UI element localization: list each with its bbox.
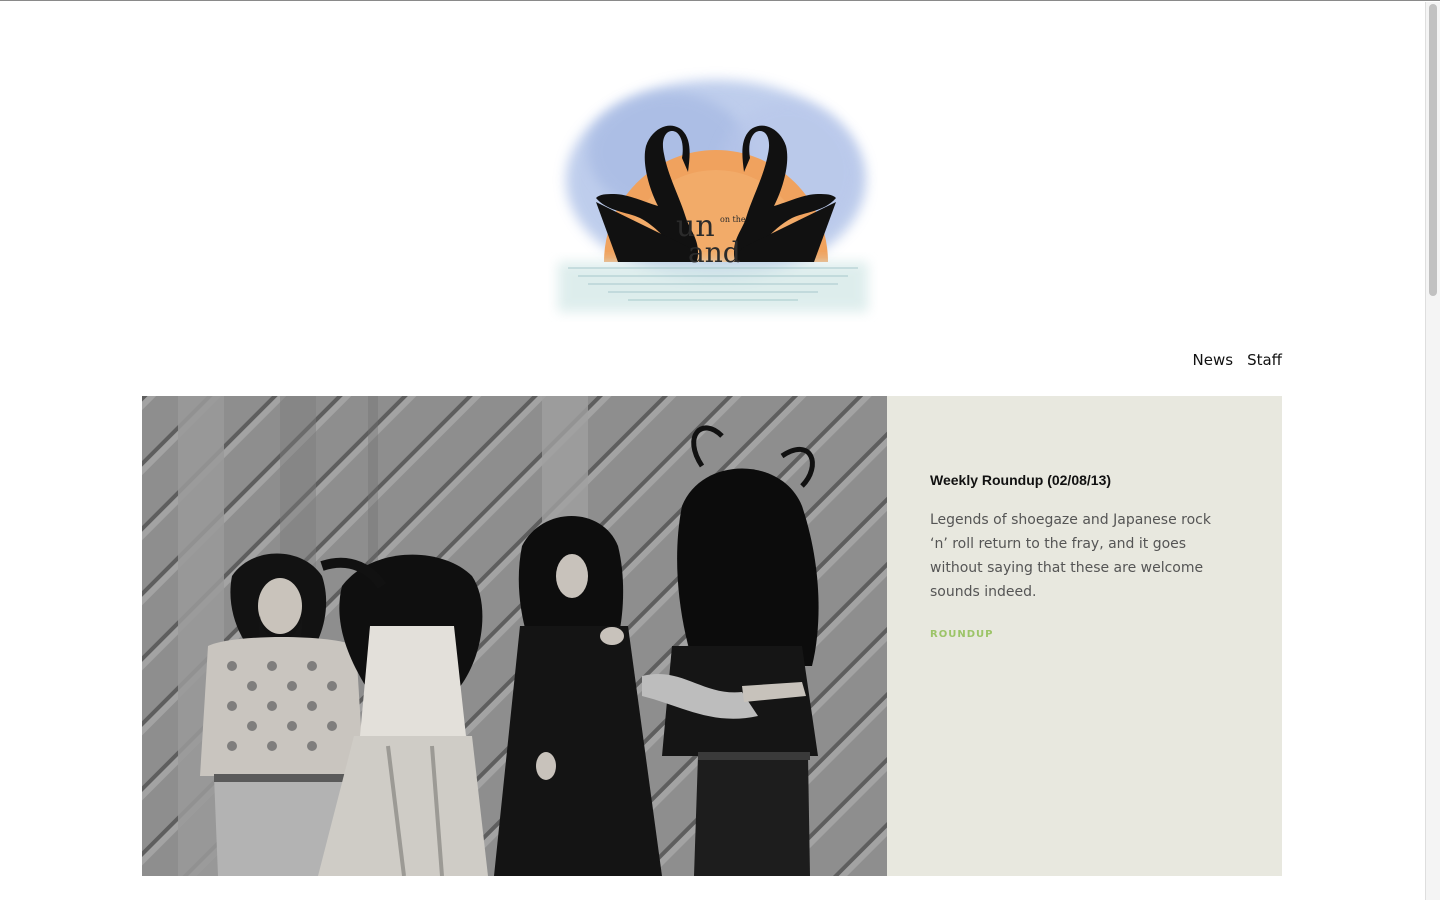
post-excerpt: Legends of shoegaze and Japanese rock ‘n… bbox=[930, 512, 1211, 600]
vertical-scrollbar[interactable] bbox=[1425, 2, 1440, 900]
main-nav: News Staff bbox=[1193, 350, 1282, 370]
featured-post-image[interactable] bbox=[142, 396, 887, 876]
window-top-border bbox=[0, 0, 1440, 1]
featured-post: Weekly Roundup (02/08/13) Legends of sho… bbox=[142, 396, 1282, 876]
sun-on-the-sand-logo-icon: un on the and bbox=[558, 80, 868, 312]
post-tag-link[interactable]: ROUNDUP bbox=[930, 629, 993, 640]
nav-item-staff[interactable]: Staff bbox=[1247, 350, 1282, 370]
featured-post-panel: Weekly Roundup (02/08/13) Legends of sho… bbox=[887, 396, 1282, 876]
nav-item-news[interactable]: News bbox=[1193, 350, 1234, 370]
post-title[interactable]: Weekly Roundup (02/08/13) bbox=[930, 470, 1239, 490]
band-photo-image bbox=[142, 396, 887, 876]
logo-text-small: on the bbox=[720, 215, 746, 224]
site-logo[interactable]: un on the and bbox=[548, 62, 878, 324]
logo-text-bottom: and bbox=[688, 236, 741, 269]
scrollbar-thumb[interactable] bbox=[1429, 4, 1437, 296]
